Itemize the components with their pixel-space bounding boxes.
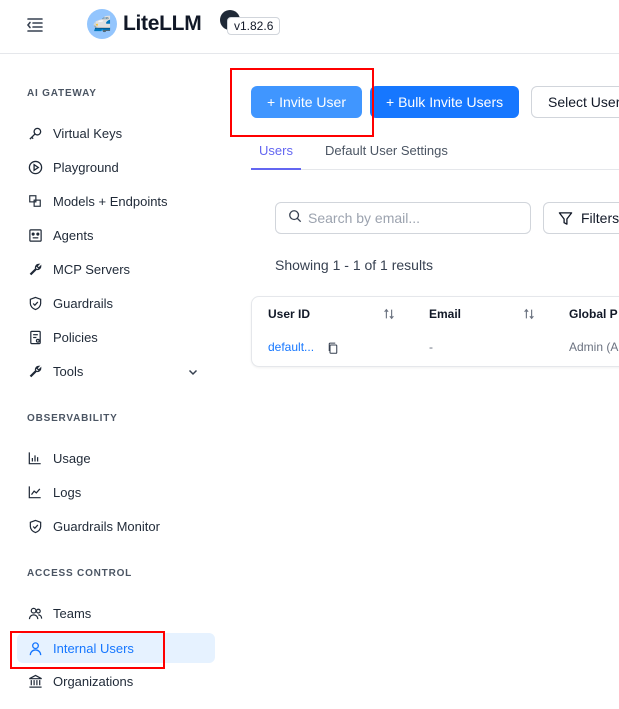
users-card: Filters Showing 1 - 1 of 1 results User … <box>251 186 619 666</box>
tab-bar: Users Default User Settings <box>251 139 619 170</box>
sidebar-item-label: MCP Servers <box>53 261 131 277</box>
sidebar-item-logs[interactable]: Logs <box>17 477 215 507</box>
user-role-cell: Admin (A <box>569 340 619 354</box>
sidebar: AI GATEWAY Virtual Keys Playground Model… <box>0 55 228 709</box>
users-table: User ID Email Global P default... - Admi… <box>251 296 619 367</box>
tool-icon <box>27 261 43 277</box>
section-title-observability: OBSERVABILITY <box>27 413 118 424</box>
column-header-global-proxy-role[interactable]: Global P <box>569 307 618 321</box>
filter-icon <box>558 211 573 226</box>
sidebar-item-guardrails[interactable]: Guardrails <box>17 288 215 318</box>
filters-label: Filters <box>581 210 619 226</box>
menu-fold-icon[interactable] <box>25 15 45 35</box>
sidebar-item-label: Agents <box>53 227 94 243</box>
play-circle-icon <box>27 159 43 175</box>
sidebar-item-playground[interactable]: Playground <box>17 152 215 182</box>
sidebar-item-internal-users[interactable]: Internal Users <box>17 633 215 663</box>
section-title-access-control: ACCESS CONTROL <box>27 568 133 579</box>
sidebar-item-mcp-servers[interactable]: MCP Servers <box>17 254 215 284</box>
sort-icon[interactable] <box>522 307 536 321</box>
sidebar-item-label: Logs <box>53 484 82 500</box>
section-title-ai-gateway: AI GATEWAY <box>27 88 97 99</box>
brand-logo[interactable]: 🚅 LiteLLM <box>87 9 202 39</box>
sidebar-item-label: Policies <box>53 329 98 345</box>
column-header-email[interactable]: Email <box>429 307 461 321</box>
version-badge: v1.82.6 <box>227 17 281 35</box>
sidebar-item-label: Tools <box>53 363 84 379</box>
user-icon <box>27 640 43 656</box>
search-input[interactable] <box>308 210 518 226</box>
sidebar-item-label: Teams <box>53 605 92 621</box>
sidebar-item-label: Guardrails <box>53 295 113 311</box>
safety-icon <box>27 295 43 311</box>
key-icon <box>27 125 43 141</box>
brand-name: LiteLLM <box>123 12 202 35</box>
copy-icon[interactable] <box>327 341 339 354</box>
sidebar-item-tools[interactable]: Tools <box>17 356 215 386</box>
sidebar-item-usage[interactable]: Usage <box>17 443 215 473</box>
chevron-down-icon[interactable] <box>187 365 199 377</box>
user-email-cell: - <box>429 340 433 354</box>
column-header-user-id[interactable]: User ID <box>268 307 310 321</box>
select-user-button[interactable]: Select User <box>531 86 619 118</box>
sidebar-item-label: Organizations <box>53 673 134 689</box>
filters-button[interactable]: Filters <box>543 202 619 234</box>
audit-icon <box>27 329 43 345</box>
team-icon <box>27 605 43 621</box>
bulk-invite-users-button[interactable]: + Bulk Invite Users <box>370 86 520 118</box>
line-chart-icon <box>27 484 43 500</box>
sidebar-item-label: Playground <box>53 159 119 175</box>
sidebar-item-label: Usage <box>53 450 91 466</box>
tab-users[interactable]: Users <box>259 143 293 158</box>
search-box[interactable] <box>275 202 531 234</box>
robot-icon <box>27 227 43 243</box>
sidebar-item-label: Internal Users <box>53 640 134 656</box>
user-id-link[interactable]: default... <box>268 340 314 354</box>
sidebar-item-label: Models + Endpoints <box>53 193 168 209</box>
train-logo-icon: 🚅 <box>87 9 117 39</box>
safety-icon <box>27 518 43 534</box>
sidebar-item-teams[interactable]: Teams <box>17 598 215 628</box>
top-header: 🚅 LiteLLM v1.82.6 <box>0 0 619 54</box>
sidebar-item-models-endpoints[interactable]: Models + Endpoints <box>17 186 215 216</box>
main-content: + Invite User + Bulk Invite Users Select… <box>228 55 619 709</box>
sidebar-item-guardrails-monitor[interactable]: Guardrails Monitor <box>17 511 215 541</box>
search-icon <box>288 209 302 228</box>
bank-icon <box>27 673 43 689</box>
sidebar-item-label: Virtual Keys <box>53 125 123 141</box>
invite-user-button[interactable]: + Invite User <box>251 86 362 118</box>
sidebar-item-virtual-keys[interactable]: Virtual Keys <box>17 118 215 148</box>
tool-icon <box>27 363 43 379</box>
active-tab-indicator <box>251 168 301 170</box>
sidebar-item-policies[interactable]: Policies <box>17 322 215 352</box>
sidebar-item-label: Guardrails Monitor <box>53 518 160 534</box>
bar-chart-icon <box>27 450 43 466</box>
sidebar-item-organizations[interactable]: Organizations <box>17 666 215 696</box>
tab-default-user-settings[interactable]: Default User Settings <box>325 143 448 158</box>
sort-icon[interactable] <box>382 307 396 321</box>
sidebar-item-agents[interactable]: Agents <box>17 220 215 250</box>
results-count: Showing 1 - 1 of 1 results <box>275 257 433 273</box>
block-icon <box>27 193 43 209</box>
